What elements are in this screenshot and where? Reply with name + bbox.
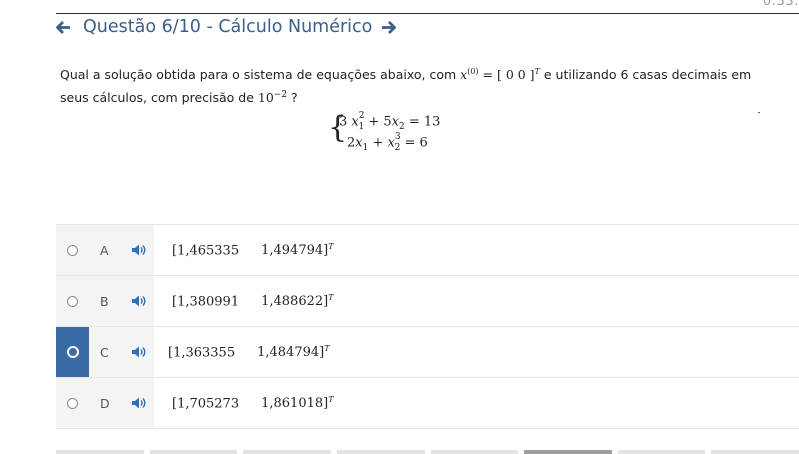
arrow-right-icon [382, 20, 397, 34]
option-letter: C [100, 344, 109, 360]
radio-cell[interactable] [56, 276, 89, 326]
x0-symbol: x(0) = [ 0 0 ]T [460, 67, 540, 83]
question-tab[interactable] [617, 450, 706, 454]
question-title: Questão 6/10 - Cálculo Numérico [83, 17, 373, 37]
radio-button-selected[interactable] [66, 346, 79, 358]
previous-question-button[interactable] [56, 20, 71, 34]
timer: 0:33: [762, 0, 799, 9]
arrow-left-icon [56, 20, 70, 34]
answer-value: [1,363355 1,484794]T [168, 343, 330, 361]
equation-1: 3 x21 + 5x2 = 13 [339, 111, 441, 132]
question-text: Qual a solução obtida para o sistema de … [60, 67, 752, 106]
speaker-icon[interactable] [131, 243, 147, 257]
question-tab[interactable] [430, 450, 519, 454]
answer-option-c[interactable]: C [1,363355 1,484794]T [56, 326, 799, 377]
option-letter: A [100, 242, 109, 258]
question-tab[interactable] [711, 450, 799, 454]
answer-value: [1,705273 1,861018]T [172, 394, 334, 412]
option-letter: D [100, 395, 110, 411]
answer-option-b[interactable]: B [1,380991 1,488622]T [56, 275, 799, 326]
option-letter: B [100, 293, 109, 309]
question-tabs-strip [56, 450, 799, 454]
radio-cell[interactable] [56, 327, 89, 377]
equation-2: 2x1 + x32 = 6 [347, 132, 428, 153]
question-tab[interactable] [149, 450, 238, 454]
question-tab[interactable] [336, 450, 425, 454]
speaker-icon[interactable] [131, 345, 147, 359]
top-divider [56, 13, 799, 14]
stray-dot [758, 112, 760, 113]
answer-value: [1,465335 1,494794]T [172, 241, 334, 259]
question-tab[interactable] [243, 450, 331, 454]
speaker-icon[interactable] [131, 294, 147, 308]
answer-value: [1,380991 1,488622]T [172, 292, 334, 310]
question-tab-active[interactable] [524, 450, 612, 454]
question-tab[interactable] [56, 450, 144, 454]
precision-value: 10−2 [257, 90, 288, 106]
answer-option-d[interactable]: D [1,705273 1,861018]T [56, 377, 799, 429]
radio-button[interactable] [67, 244, 78, 256]
radio-cell[interactable] [56, 378, 89, 428]
answer-list: A [1,465335 1,494794]T B [1,380991 1,48862… [56, 224, 799, 429]
radio-button[interactable] [67, 397, 78, 409]
next-question-button[interactable] [381, 20, 397, 34]
answer-option-a[interactable]: A [1,465335 1,494794]T [56, 224, 799, 275]
question-header: Questão 6/10 - Cálculo Numérico [56, 16, 397, 38]
speaker-icon[interactable] [131, 396, 147, 410]
radio-cell[interactable] [56, 225, 89, 275]
radio-button[interactable] [67, 295, 78, 307]
